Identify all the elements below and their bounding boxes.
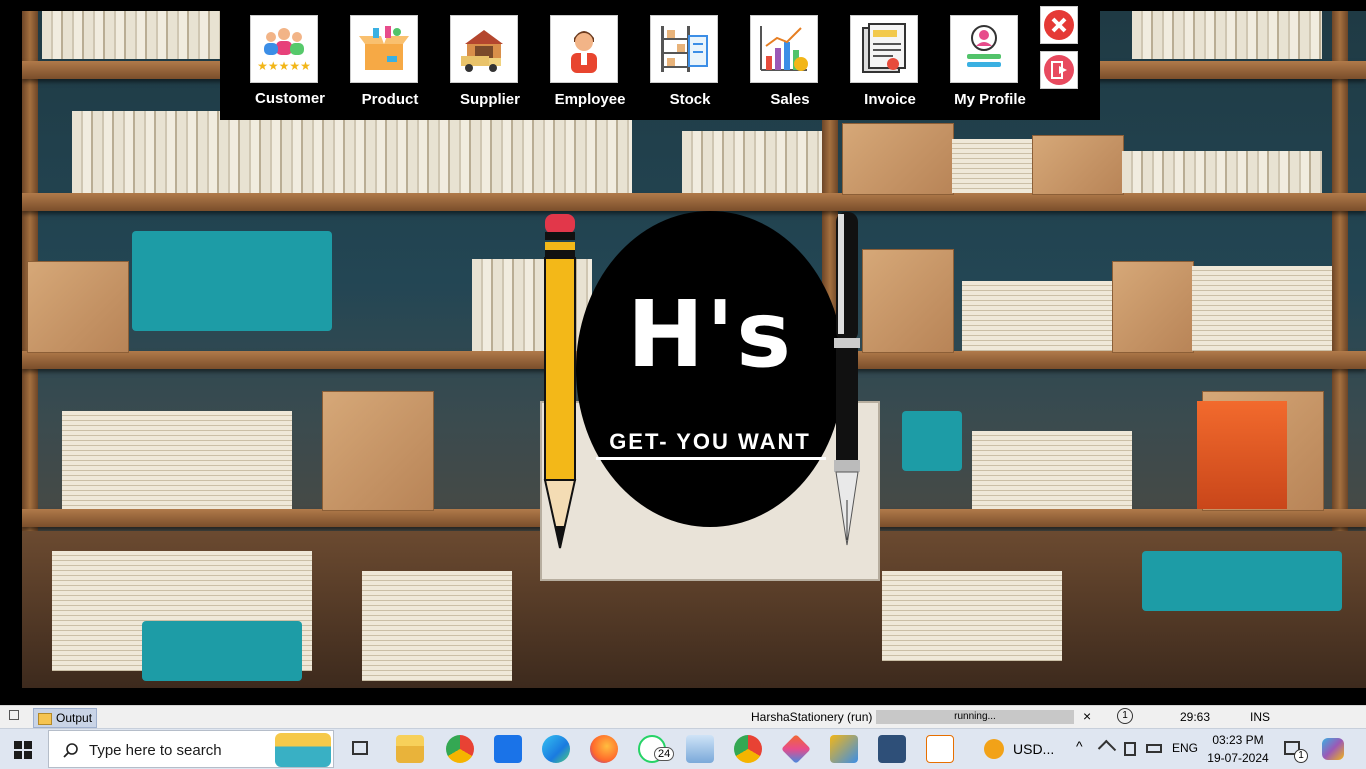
profile-icon — [950, 15, 1018, 83]
usd-tray-icon[interactable] — [984, 739, 1004, 759]
output-tab-label: Output — [56, 711, 93, 725]
toolbar-item-product[interactable]: Product — [340, 15, 420, 115]
app-hexagon-icon[interactable] — [830, 735, 858, 763]
toolbar-item-invoice[interactable]: Invoice — [840, 15, 920, 115]
logo-tagline: GET- YOU WANT — [609, 429, 811, 454]
chrome-profile-icon[interactable] — [734, 735, 762, 763]
clock-time: 03:23 PM — [1212, 733, 1264, 747]
close-button[interactable] — [1040, 6, 1078, 44]
fountain-pen-illustration — [828, 210, 866, 550]
main-toolbar: ★★★★★ Customer Product Supplier Employee — [220, 0, 1100, 120]
control-panel-icon[interactable] — [686, 735, 714, 763]
running-project-label: HarshaStationery (run) — [751, 710, 873, 724]
toolbar-item-stock[interactable]: Stock — [640, 15, 720, 115]
file-explorer-icon[interactable] — [396, 735, 424, 763]
product-box-icon — [350, 15, 418, 83]
search-placeholder: Type here to search — [89, 742, 222, 759]
brand-logo: H's GET- YOU WANT — [576, 211, 844, 527]
notification-count: 1 — [1294, 749, 1308, 763]
supplier-truck-icon — [450, 15, 518, 83]
toolbar-item-employee[interactable]: Employee — [540, 15, 625, 115]
sales-chart-icon — [750, 15, 818, 83]
remote-desktop-icon[interactable] — [1124, 742, 1136, 756]
start-button[interactable] — [14, 741, 32, 759]
taskbar-clock[interactable]: 03:23 PM 19-07-2024 — [1202, 731, 1274, 767]
output-tab[interactable]: Output — [33, 708, 98, 728]
stock-shelf-icon — [650, 15, 718, 83]
run-progress-bar: running... — [876, 710, 1074, 724]
cancel-run-icon[interactable]: × — [1083, 708, 1091, 724]
restore-window-icon[interactable] — [9, 710, 19, 720]
toolbar-label: My Profile — [954, 91, 1026, 108]
ide-status-bar: Output HarshaStationery (run) running...… — [0, 705, 1366, 729]
logout-icon — [1044, 55, 1074, 85]
task-view-icon[interactable] — [352, 741, 368, 755]
network-icon[interactable] — [1097, 739, 1117, 759]
pencil-illustration — [542, 210, 578, 550]
taskbar-search-box[interactable]: Type here to search — [48, 730, 334, 768]
edge-icon[interactable] — [542, 735, 570, 763]
battery-icon[interactable] — [1146, 744, 1162, 753]
customers-icon: ★★★★★ — [250, 15, 318, 83]
language-indicator[interactable]: ENG — [1172, 741, 1198, 755]
clock-date: 19-07-2024 — [1207, 751, 1269, 765]
toolbar-item-customer[interactable]: ★★★★★ Customer — [240, 15, 325, 115]
caret-position: 29:63 — [1180, 710, 1211, 724]
copilot-icon[interactable] — [1322, 738, 1344, 760]
gitkraken-icon[interactable] — [781, 734, 811, 764]
tray-label[interactable]: USD... — [1013, 741, 1054, 757]
invoice-icon — [850, 15, 918, 83]
employee-icon — [550, 15, 618, 83]
windows-taskbar: Type here to search 24 USD... ^ ENG 03:2… — [0, 728, 1366, 769]
run-progress-text: running... — [954, 711, 996, 722]
toolbar-item-sales[interactable]: Sales — [740, 15, 820, 115]
whatsapp-badge: 24 — [654, 747, 675, 761]
java-icon[interactable] — [926, 735, 954, 763]
mail-icon[interactable] — [494, 735, 522, 763]
notifications-icon[interactable]: 1 — [1117, 708, 1133, 724]
output-window-icon — [38, 712, 52, 725]
show-hidden-icons-icon[interactable]: ^ — [1076, 738, 1083, 754]
logo-underline — [596, 457, 826, 460]
firefox-icon[interactable] — [590, 735, 618, 763]
svg-text:★★★★★: ★★★★★ — [257, 59, 311, 73]
chrome-icon[interactable] — [446, 735, 474, 763]
search-highlight-icon — [275, 733, 331, 767]
windows-logo-icon — [14, 741, 32, 759]
close-icon — [1044, 10, 1074, 40]
search-icon — [63, 743, 78, 758]
toolbar-item-my-profile[interactable]: My Profile — [940, 15, 1026, 115]
logo-title: H's — [627, 281, 793, 388]
toolbar-item-supplier[interactable]: Supplier — [440, 15, 520, 115]
logout-button[interactable] — [1040, 51, 1078, 89]
mysql-workbench-icon[interactable] — [878, 735, 906, 763]
app-window: H's GET- YOU WANT ★★★★★ Customer Product — [0, 0, 1366, 700]
insert-mode: INS — [1250, 710, 1271, 724]
